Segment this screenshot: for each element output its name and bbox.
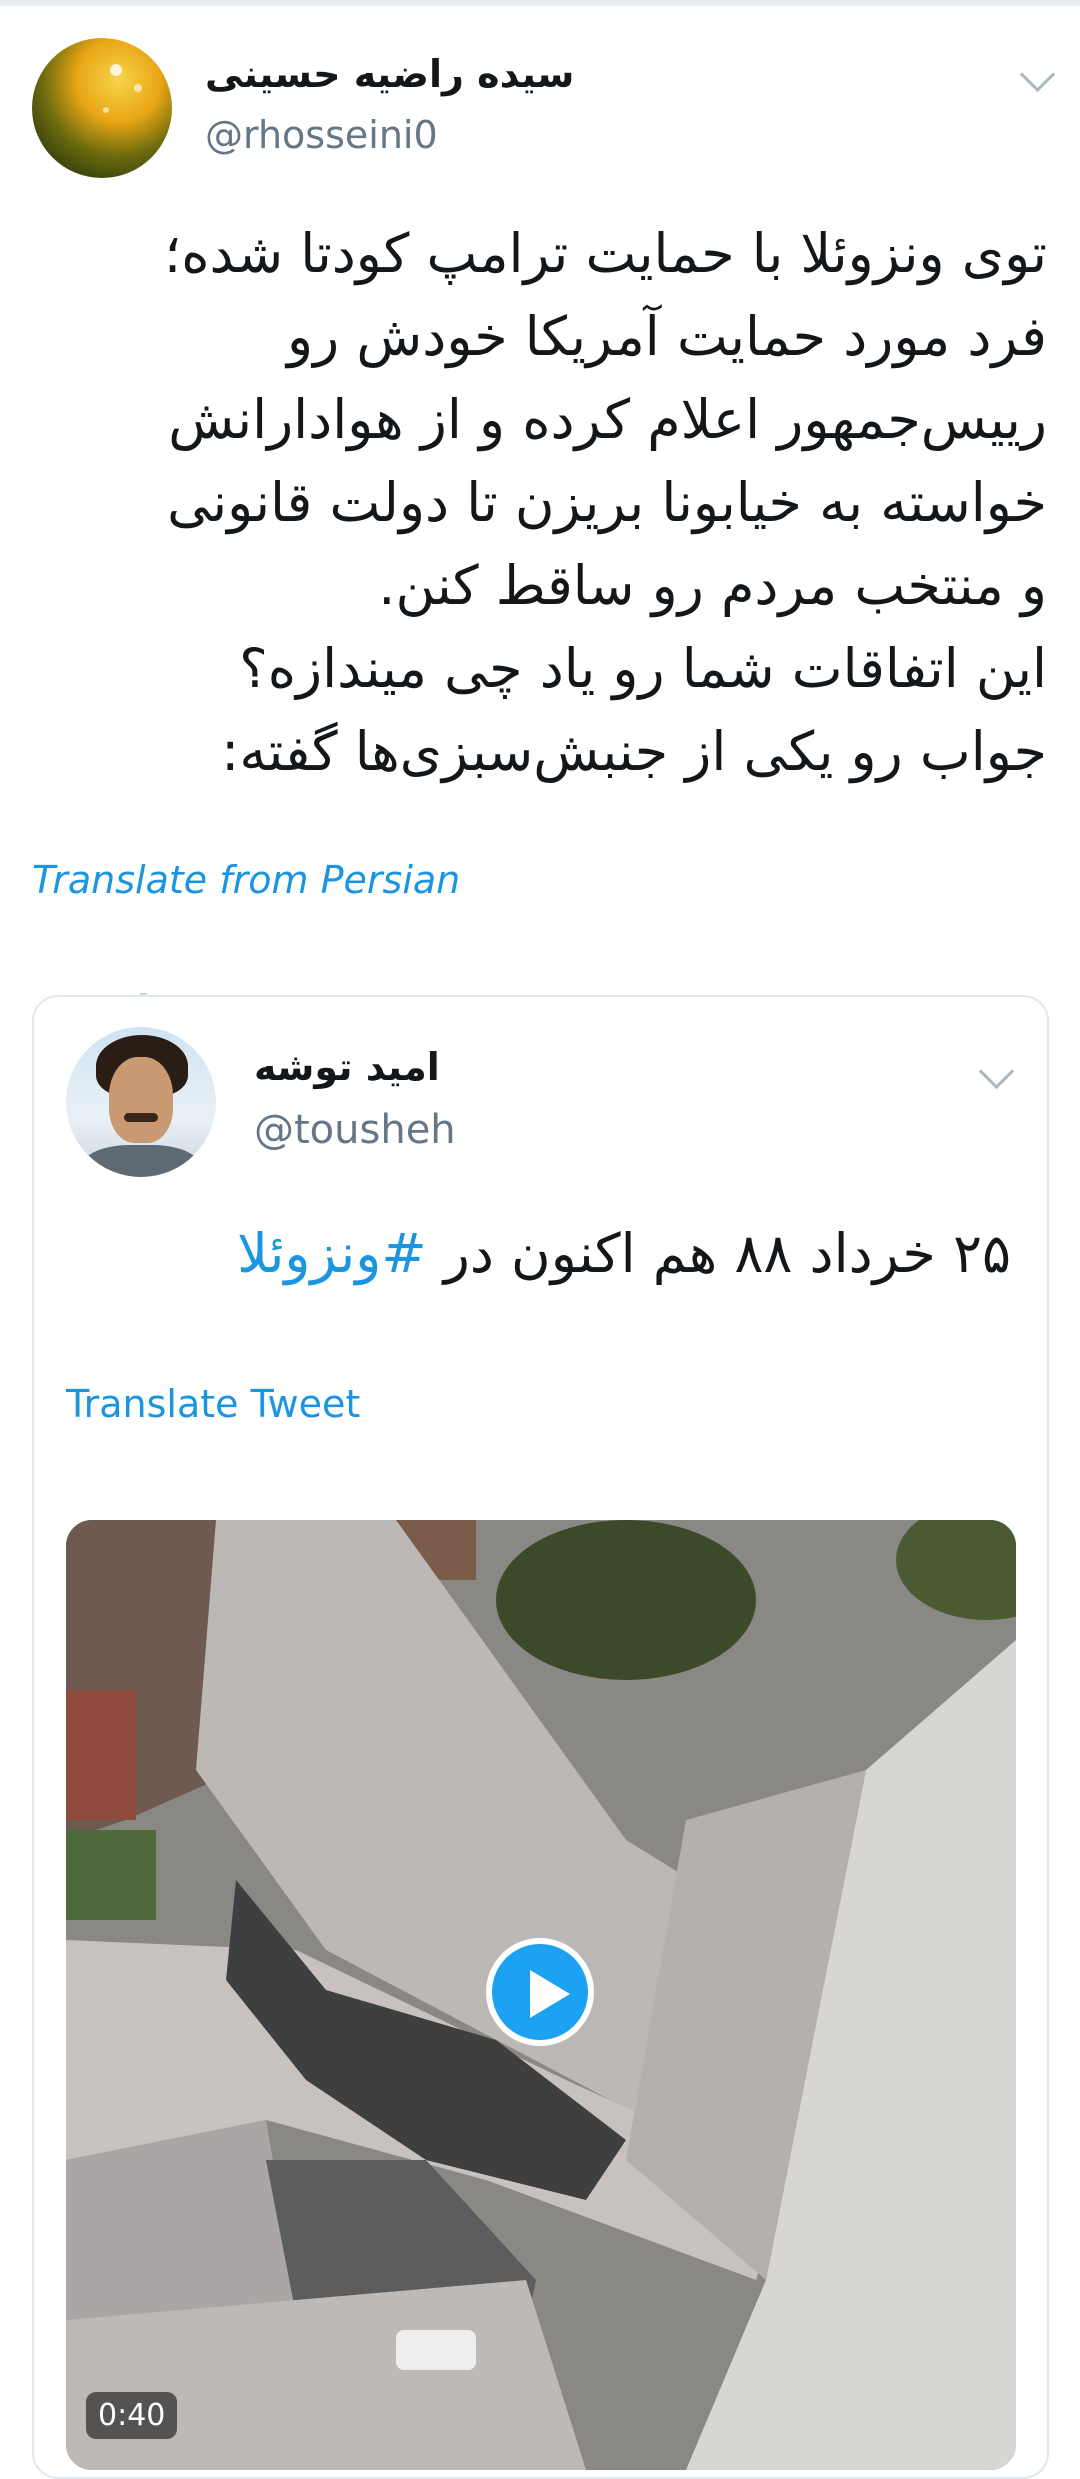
chevron-down-icon[interactable]	[1019, 56, 1056, 93]
tweet-text-line: و منتخب مردم رو ساقط کنن.	[378, 554, 1047, 617]
avatar-moustache	[124, 1113, 158, 1122]
hashtag-link[interactable]: #ونزوئلا	[237, 1222, 426, 1285]
quoted-tweet-text: ۲۵ خرداد ۸۸ هم اکنون در #ونزوئلا	[66, 1219, 1011, 1289]
tweet-text-line: خواسته به خیابونا بریزن تا دولت قانونی	[167, 471, 1047, 534]
tweet-text-line: توی ونزوئلا با حمایت ترامپ کودتا شده؛	[164, 222, 1047, 285]
tweet-text-line: فرد مورد حمایت آمریکا خودش رو	[287, 305, 1047, 368]
translate-link[interactable]: Translate from Persian	[32, 858, 460, 902]
chevron-down-icon[interactable]	[978, 1053, 1015, 1090]
translate-tweet-link[interactable]: Translate Tweet	[66, 1382, 360, 1426]
play-icon[interactable]	[486, 1938, 594, 2046]
quoted-tweet-card[interactable]: امید توشه @tousheh ۲۵ خرداد ۸۸ هم اکنون …	[32, 995, 1049, 2479]
quoted-author-avatar[interactable]	[66, 1027, 216, 1177]
author-handle[interactable]: @rhosseini0	[205, 113, 438, 157]
tweet-text-line: این اتفاقات شما رو یاد چی میندازه؟	[239, 637, 1047, 700]
video-duration: 0:40	[86, 2392, 178, 2439]
video-player[interactable]: 0:40	[66, 1520, 1016, 2470]
tweet-text-line: جواب رو یکی از جنبش‌سبزی‌ها گفته:	[221, 720, 1047, 783]
quoted-author-handle[interactable]: @tousheh	[254, 1107, 456, 1153]
tweet-text: توی ونزوئلا با حمایت ترامپ کودتا شده؛ فر…	[32, 212, 1047, 793]
avatar-face	[109, 1057, 173, 1143]
author-avatar[interactable]	[32, 38, 172, 178]
quoted-author-name[interactable]: امید توشه	[254, 1045, 440, 1089]
top-divider	[0, 0, 1080, 6]
author-name[interactable]: سیده راضیه حسینی	[205, 52, 574, 96]
avatar-shirt	[80, 1145, 202, 1177]
tweet-text-line: رییس‌جمهور اعلام کرده و از هوادارانش	[168, 388, 1047, 451]
quoted-text-body: ۲۵ خرداد ۸۸ هم اکنون در	[443, 1222, 1011, 1285]
